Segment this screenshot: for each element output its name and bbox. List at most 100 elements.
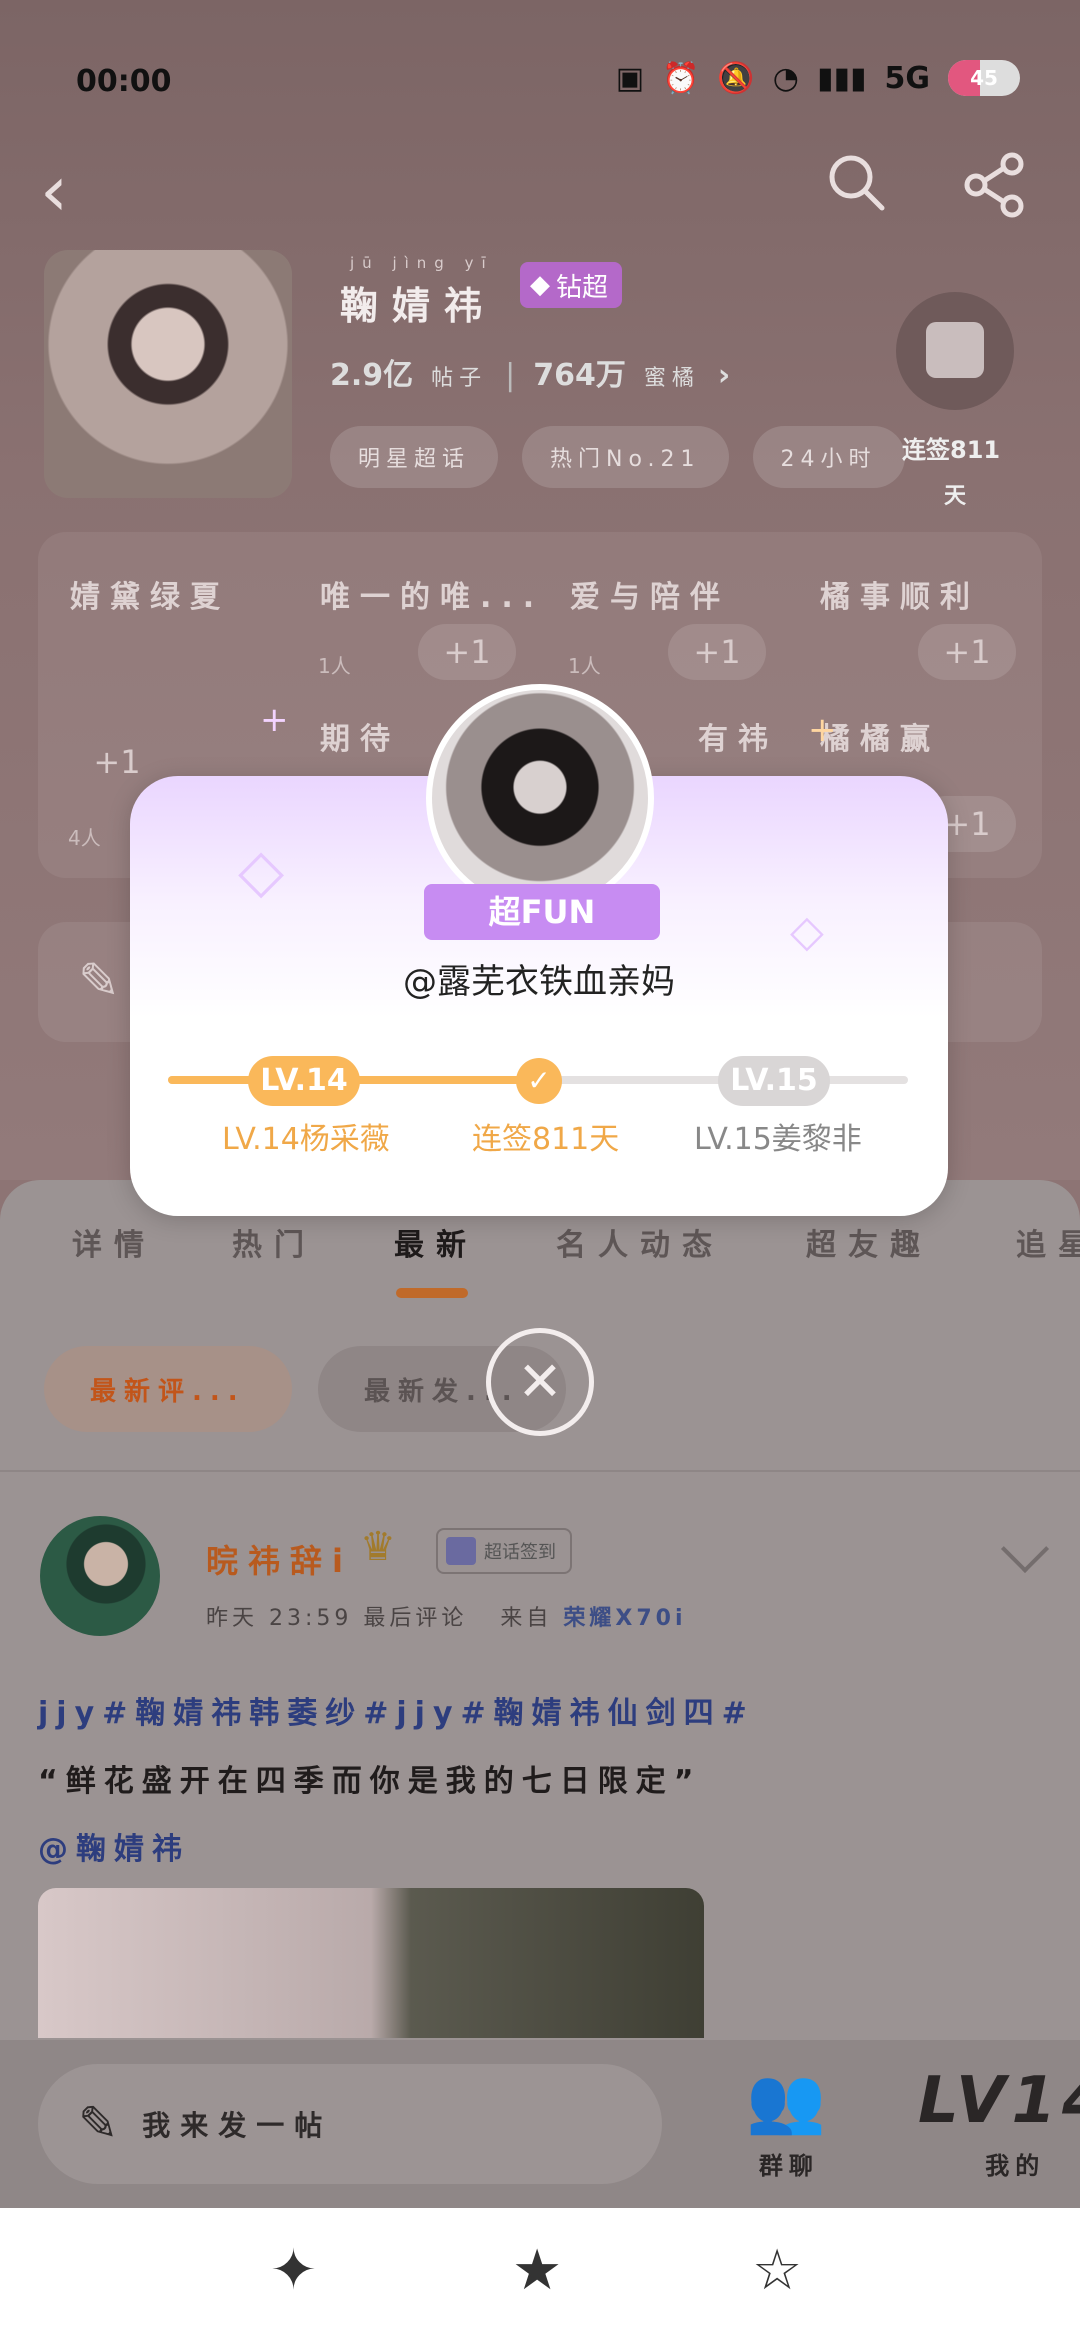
feed-tabs: 详情 热门 最新 名人动态 超友趣 追星 <box>0 1220 1080 1300</box>
name-pinyin: jū jìng yī <box>350 254 494 272</box>
battery-icon: 45 <box>948 60 1020 96</box>
activity-card[interactable]: 橘事顺利 +1 <box>788 532 1038 704</box>
post-image[interactable] <box>38 1888 704 2038</box>
star-icon[interactable]: ★ <box>512 2238 562 2303</box>
activity-title: 婧黛绿夏 <box>70 580 230 615</box>
group-chat-button[interactable]: 👥 群聊 <box>746 2056 832 2181</box>
topic-name: 鞠婧祎 <box>340 284 497 328</box>
activity-card[interactable]: 爱与陪伴 1人 +1 <box>538 532 788 704</box>
post-source[interactable]: 荣耀X70i <box>563 1606 686 1631</box>
activity-card[interactable]: 唯一的唯... 1人 +1 <box>288 532 538 704</box>
pen-icon: ✎ <box>78 952 120 1010</box>
battery-level: 45 <box>970 66 998 90</box>
compose-label: 我来发一帖 <box>142 2109 333 2142</box>
diamond-icon: ◆ <box>530 270 550 300</box>
activity-count: 4人 <box>68 826 101 850</box>
tab-hot[interactable]: 热门 <box>232 1220 316 1264</box>
streak-caption: 连签811天 <box>472 1122 620 1157</box>
current-level-caption: LV.14杨采薇 <box>222 1122 390 1157</box>
sparkle-icon: + <box>808 710 837 750</box>
star-outline-icon[interactable]: ☆ <box>752 2238 802 2303</box>
chip-hours[interactable]: 24小时 <box>752 426 905 488</box>
crown-icon: ♛ <box>360 1524 396 1570</box>
divider <box>0 1470 1080 1472</box>
checkin-label: 连签811 <box>902 436 1001 464</box>
calendar-check-icon <box>926 322 984 378</box>
action-bar: ✎ 我来发一帖 👥 群聊 LV14 我的 <box>0 2040 1080 2210</box>
user-handle: @露芜衣铁血亲妈 <box>403 962 675 1002</box>
chip-category[interactable]: 明星超话 <box>330 426 499 488</box>
checkin-tag: 超话签到 <box>436 1528 572 1574</box>
activity-title: 有祎 <box>698 722 778 757</box>
signal-icon: ▮▮▮ <box>816 60 867 96</box>
posts-label: 帖子 <box>431 366 488 391</box>
sparkle-icon: + <box>260 700 289 740</box>
tab-celebrity[interactable]: 名人动态 <box>556 1220 724 1264</box>
check-icon: ✓ <box>516 1058 562 1104</box>
compose-button[interactable]: ✎ 我来发一帖 <box>38 2064 662 2184</box>
group-chat-icon: 👥 <box>746 2064 832 2138</box>
post-author[interactable]: 晥祎辞i <box>206 1536 353 1582</box>
checkin-tag-label: 超话签到 <box>484 1542 556 1563</box>
mine-button[interactable]: LV14 我的 <box>918 2056 1080 2181</box>
plus-one-button[interactable]: +1 <box>68 734 166 790</box>
activity-title: 橘橘赢 <box>820 722 940 757</box>
topic-chips: 明星超话 热门No.21 24小时 <box>330 426 905 488</box>
status-icons: ▣ ⏰ 🔕 ◔ ▮▮▮ 5G 45 <box>616 60 1020 96</box>
plus-one-button[interactable]: +1 <box>918 624 1016 680</box>
activity-title: 橘事顺利 <box>820 580 980 615</box>
wifi-icon: ◔ <box>772 60 799 96</box>
post-hashtags[interactable]: jjy#鞠婧祎韩萎纱#jjy#鞠婧祎仙剑四# <box>38 1688 755 1732</box>
topic-stats[interactable]: 2.9亿 帖子 | 764万 蜜橘 › <box>330 350 730 394</box>
chip-rank[interactable]: 热门No.21 <box>522 426 729 488</box>
activity-title: 唯一的唯... <box>320 580 545 615</box>
sparkles-icon[interactable]: ✦ <box>270 2238 317 2303</box>
status-bar: 00:00 ▣ ⏰ 🔕 ◔ ▮▮▮ 5G 45 <box>0 60 1080 120</box>
nfc-icon: ▣ <box>615 60 645 96</box>
tab-fun[interactable]: 超友趣 <box>806 1220 932 1264</box>
clock: 00:00 <box>76 64 172 99</box>
level-icon: LV14 <box>918 2064 1080 2138</box>
activity-title: 期待 <box>320 722 400 757</box>
avatar <box>426 684 654 912</box>
tab-indicator <box>396 1288 468 1298</box>
chevron-right-icon: › <box>717 358 731 393</box>
post-mention[interactable]: @鞠婧祎 <box>38 1824 190 1868</box>
checkin-label-unit: 天 <box>944 484 967 509</box>
topic-cover-image[interactable] <box>44 250 292 498</box>
search-icon[interactable] <box>826 152 886 212</box>
post-text: “鲜花盛开在四季而你是我的七日限定” <box>38 1764 702 1799</box>
avatar[interactable] <box>40 1516 160 1636</box>
next-level-caption: LV.15姜黎非 <box>694 1122 862 1157</box>
activity-card[interactable]: 婧黛绿夏 <box>38 532 288 704</box>
chevron-down-icon[interactable] <box>1000 1524 1050 1574</box>
plus-one-button[interactable]: +1 <box>418 624 516 680</box>
activity-title: 爱与陪伴 <box>570 580 730 615</box>
diamond-badge[interactable]: ◆ 钻超 <box>520 262 623 308</box>
checkin-button[interactable] <box>896 292 1014 410</box>
tab-details[interactable]: 详情 <box>72 1220 156 1264</box>
diamond-icon: ◇ <box>238 836 285 906</box>
mine-label: 我的 <box>985 2152 1046 2180</box>
share-icon[interactable] <box>962 152 1028 218</box>
fun-ribbon: 超FUN <box>424 884 660 940</box>
tab-latest[interactable]: 最新 <box>394 1220 478 1264</box>
tab-follow[interactable]: 追星 <box>1016 1220 1080 1264</box>
network-label: 5G <box>884 60 931 96</box>
pen-icon: ✎ <box>78 2096 119 2152</box>
stats-divider: | <box>505 358 516 393</box>
post-meta: 昨天 23:59 最后评论 来自 荣耀X70i <box>206 1600 687 1632</box>
plus-one-button[interactable]: +1 <box>668 624 766 680</box>
close-button[interactable]: ✕ <box>486 1328 594 1436</box>
current-level-badge: LV.14 <box>248 1056 360 1106</box>
back-icon[interactable]: ‹ <box>40 150 68 232</box>
post-source-prefix: 来自 <box>500 1606 553 1631</box>
next-level-badge: LV.15 <box>718 1056 830 1106</box>
posts-value: 2.9亿 <box>330 358 414 393</box>
diamond-icon: ◇ <box>790 906 824 957</box>
mute-icon: 🔕 <box>717 60 755 96</box>
fans-label: 蜜橘 <box>643 366 700 391</box>
activity-count: 1人 <box>568 654 601 678</box>
filter-latest-comment[interactable]: 最新评... <box>44 1346 292 1432</box>
badge-label: 钻超 <box>556 272 609 303</box>
